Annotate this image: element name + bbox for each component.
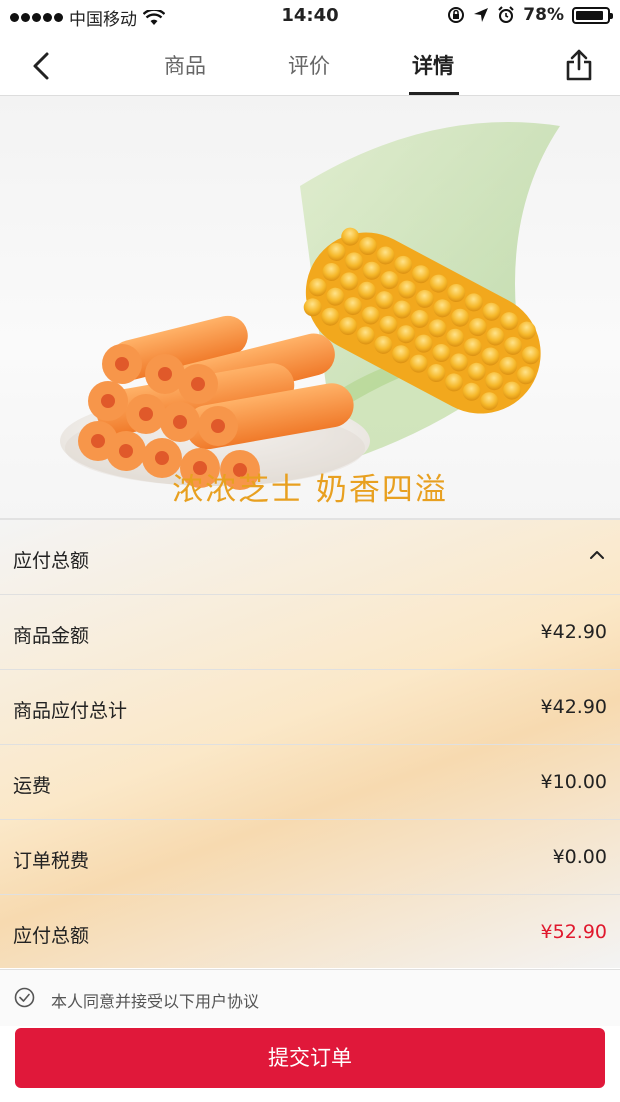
row-label: 订单税费	[13, 850, 90, 872]
row-value: ¥0.00	[552, 846, 607, 868]
row-value: ¥42.90	[540, 696, 607, 718]
tab-product[interactable]: 商品	[164, 50, 206, 80]
submit-order-button[interactable]: 提交订单	[15, 1028, 605, 1088]
row-value: ¥10.00	[540, 771, 607, 793]
battery-percent: 78%	[523, 5, 564, 25]
row-tax: 订单税费 ¥0.00	[0, 820, 620, 895]
location-icon	[474, 8, 489, 22]
share-icon[interactable]	[564, 48, 594, 82]
alarm-icon	[498, 6, 515, 23]
status-bar: 中国移动 14:40 78%	[0, 0, 620, 32]
row-label: 商品应付总计	[13, 700, 128, 722]
tab-active-indicator	[409, 92, 459, 95]
row-shipping: 运费 ¥10.00	[0, 745, 620, 820]
summary-header-label: 应付总额	[13, 550, 90, 572]
corn-snack-illustration	[60, 122, 560, 490]
tab-reviews[interactable]: 评价	[288, 50, 330, 80]
agreement-text[interactable]: 本人同意并接受以下用户协议	[51, 988, 259, 1012]
summary-header-row[interactable]: 应付总额	[0, 520, 620, 595]
row-total-payable: 应付总额 ¥52.90	[0, 895, 620, 970]
row-goods-amount: 商品金额 ¥42.90	[0, 595, 620, 670]
tab-details[interactable]: 详情	[412, 50, 454, 80]
chevron-up-icon[interactable]	[588, 546, 606, 564]
agreement-row[interactable]: 本人同意并接受以下用户协议	[0, 970, 620, 1026]
battery-icon	[572, 6, 613, 24]
nav-bar: 商品 评价 详情	[0, 32, 620, 96]
row-goods-payable-total: 商品应付总计 ¥42.90	[0, 670, 620, 745]
row-label: 运费	[13, 775, 52, 797]
rotation-lock-icon	[448, 7, 465, 23]
check-circle-icon[interactable]	[14, 987, 35, 1008]
product-detail-image: 浓浓芝士 奶香四溢	[0, 96, 620, 518]
order-summary: 应付总额 商品金额 ¥42.90 商品应付总计 ¥42.90 运费 ¥10.00…	[0, 518, 620, 970]
row-label: 应付总额	[13, 925, 90, 947]
row-value: ¥42.90	[540, 621, 607, 643]
total-value: ¥52.90	[540, 921, 607, 943]
hero-caption: 浓浓芝士 奶香四溢	[172, 472, 448, 508]
row-label: 商品金额	[13, 625, 90, 647]
status-right: 78%	[447, 5, 613, 25]
back-icon[interactable]	[22, 46, 62, 86]
